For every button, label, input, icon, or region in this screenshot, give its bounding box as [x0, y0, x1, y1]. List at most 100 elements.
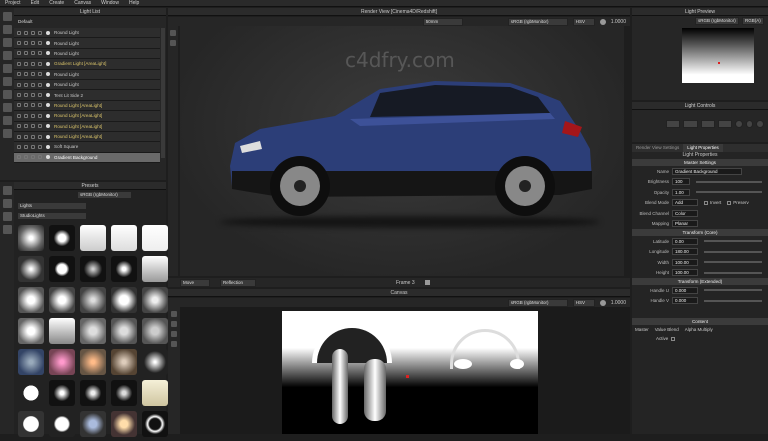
lens-select[interactable]: 50mm	[422, 17, 463, 26]
preset-thumbnail[interactable]	[80, 256, 106, 282]
solo-toggle-icon[interactable]	[24, 82, 28, 87]
canvas-brush-icon[interactable]	[171, 311, 177, 317]
render-viewport[interactable]: c4dfry.com	[180, 26, 624, 276]
render-mode-select[interactable]: HSV	[572, 17, 595, 26]
presets-colorspace-select[interactable]: sRGB (rgbMonitor)	[77, 191, 132, 199]
frame-icon[interactable]	[424, 280, 430, 285]
preset-thumbnail[interactable]	[142, 287, 168, 313]
opacity-slider[interactable]	[696, 191, 762, 194]
visibility-icon[interactable]	[2, 103, 12, 112]
section-transform-extended[interactable]: Transform (Extended)	[632, 278, 768, 285]
preset-thumbnail[interactable]	[49, 411, 75, 437]
preset-thumbnail[interactable]	[18, 225, 44, 251]
solo-toggle-icon[interactable]	[24, 51, 28, 56]
lock-toggle-icon[interactable]	[31, 113, 35, 118]
reflection-select[interactable]: Reflection	[220, 278, 256, 287]
longitude-field[interactable]: 180.00	[672, 248, 698, 256]
lock-toggle-icon[interactable]	[31, 144, 35, 149]
lock-toggle-icon[interactable]	[31, 72, 35, 77]
lock-toggle-icon[interactable]	[31, 93, 35, 98]
solo-toggle-icon[interactable]	[24, 113, 28, 118]
width-field[interactable]: 100.00	[672, 258, 698, 266]
light-control-button-3[interactable]	[700, 120, 715, 128]
pencil-icon[interactable]	[170, 30, 176, 36]
move-up-icon[interactable]	[2, 64, 12, 73]
lock-icon[interactable]	[2, 116, 12, 125]
menu-canvas[interactable]: Canvas	[69, 0, 96, 6]
preset-thumbnail[interactable]	[49, 380, 75, 406]
light-list-item[interactable]: Gradient Light [AreaLight]	[14, 59, 160, 70]
handle-u-field[interactable]: 0.000	[672, 286, 698, 294]
visibility-toggle-icon[interactable]	[17, 61, 21, 66]
canvas-zoom-icon[interactable]	[171, 331, 177, 337]
edit-toggle-icon[interactable]	[38, 144, 42, 149]
menu-edit[interactable]: Edit	[26, 0, 45, 6]
preview-mode-select[interactable]: RGB(A)	[742, 17, 764, 25]
preset-thumbnail[interactable]	[18, 411, 44, 437]
visibility-toggle-icon[interactable]	[17, 113, 21, 118]
preset-thumbnail[interactable]	[80, 411, 106, 437]
edit-toggle-icon[interactable]	[38, 93, 42, 98]
preset-thumbnail[interactable]	[80, 225, 106, 251]
height-slider[interactable]	[704, 271, 762, 274]
preset-thumbnail[interactable]	[80, 287, 106, 313]
preset-thumbnail[interactable]	[111, 225, 137, 251]
mapping-select[interactable]: Planar	[672, 220, 698, 228]
visibility-toggle-icon[interactable]	[17, 30, 21, 35]
preset-thumbnail[interactable]	[18, 380, 44, 406]
active-checkbox[interactable]	[671, 336, 676, 341]
lock-toggle-icon[interactable]	[31, 134, 35, 139]
menu-help[interactable]: Help	[124, 0, 144, 6]
preset-thumbnail[interactable]	[80, 349, 106, 375]
light-list-item[interactable]: Tent Lit Side 2	[14, 90, 160, 101]
render-settings-icon[interactable]	[599, 18, 606, 25]
preset-thumbnail[interactable]	[111, 256, 137, 282]
group-icon[interactable]	[2, 51, 12, 60]
solo-toggle-icon[interactable]	[24, 72, 28, 77]
visibility-toggle-icon[interactable]	[17, 72, 21, 77]
light-list-item[interactable]: Round Light	[14, 28, 160, 39]
canvas-settings-icon[interactable]	[599, 299, 606, 306]
light-list-item[interactable]: Round Light	[14, 48, 160, 60]
refresh-icon[interactable]	[2, 225, 12, 234]
light-list-item[interactable]: Round Light [AreaLight]	[14, 131, 160, 143]
preset-thumbnail[interactable]	[142, 380, 168, 406]
light-list-scrollbar[interactable]	[161, 28, 165, 158]
pointer-icon[interactable]	[170, 40, 176, 46]
delete-icon[interactable]	[2, 38, 12, 47]
canvas-select-icon[interactable]	[171, 321, 177, 327]
preset-thumbnail[interactable]	[49, 349, 75, 375]
brush-icon[interactable]	[2, 212, 12, 221]
section-content[interactable]: Content	[632, 318, 768, 325]
menu-window[interactable]: Window	[96, 0, 124, 6]
lock-toggle-icon[interactable]	[31, 103, 35, 108]
width-slider[interactable]	[704, 261, 762, 264]
canvas-hdri-map[interactable]	[282, 311, 538, 434]
light-control-button-7[interactable]	[756, 120, 764, 128]
preset-thumbnail[interactable]	[142, 225, 168, 251]
canvas-colorspace-select[interactable]: sRGB (rgbMonitor)	[507, 298, 568, 307]
solo-toggle-icon[interactable]	[24, 41, 28, 46]
preset-thumbnail[interactable]	[18, 256, 44, 282]
solo-toggle-icon[interactable]	[24, 144, 28, 149]
name-field[interactable]: Gradient Background	[672, 167, 742, 175]
visibility-toggle-icon[interactable]	[17, 51, 21, 56]
preset-thumbnail[interactable]	[142, 256, 168, 282]
preset-thumbnail[interactable]	[142, 318, 168, 344]
settings-icon[interactable]	[2, 129, 12, 138]
move-select[interactable]: Move	[180, 278, 210, 287]
preset-thumbnail[interactable]	[18, 287, 44, 313]
handle-u-slider[interactable]	[704, 289, 762, 292]
preset-thumbnail[interactable]	[18, 349, 44, 375]
lock-toggle-icon[interactable]	[31, 82, 35, 87]
lock-toggle-icon[interactable]	[31, 30, 35, 35]
preset-thumbnail[interactable]	[111, 349, 137, 375]
light-control-button-6[interactable]	[745, 120, 754, 128]
brightness-slider[interactable]	[696, 180, 762, 183]
visibility-toggle-icon[interactable]	[17, 41, 21, 46]
visibility-toggle-icon[interactable]	[17, 82, 21, 87]
lock-toggle-icon[interactable]	[31, 61, 35, 66]
light-control-button-1[interactable]	[666, 120, 681, 128]
visibility-toggle-icon[interactable]	[17, 124, 21, 129]
preset-thumbnail[interactable]	[80, 318, 106, 344]
